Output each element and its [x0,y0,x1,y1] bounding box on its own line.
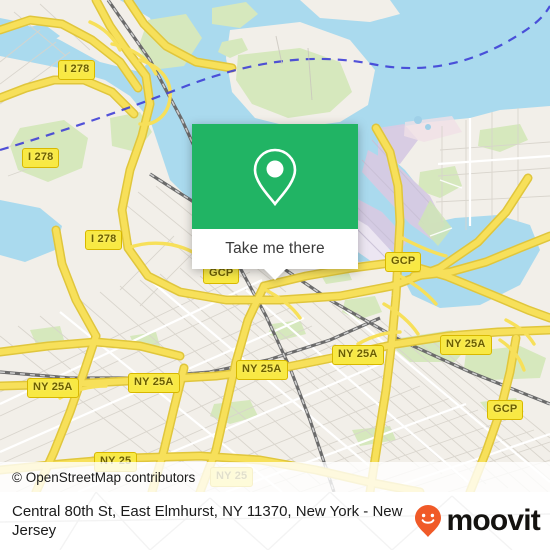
moovit-wordmark: moovit [446,504,540,537]
address-label: Central 80th St, East Elmhurst, NY 11370… [12,503,403,539]
road-shield-ny-25a: NY 25A [236,360,288,380]
location-popup-card[interactable]: Take me there [192,124,358,280]
popup-pointer-tail [264,269,286,280]
osm-attribution-bar: © OpenStreetMap contributors [0,462,550,492]
popup-pin-panel [192,124,358,229]
bottom-info-bar: Central 80th St, East Elmhurst, NY 11370… [0,492,550,550]
osm-attribution-text[interactable]: © OpenStreetMap contributors [12,470,195,485]
moovit-smiling-pin-icon [415,505,442,537]
map-screenshot-root: I 278 I 278 I 278 GCP GCP NY 25A NY 25A NY 25A N… [0,0,550,550]
map-pin-icon [253,148,297,206]
moovit-logo[interactable]: moovit [414,504,541,538]
road-shield-gcp: GCP [487,400,524,420]
road-shield-gcp: GCP [385,252,422,272]
road-shield-ny-25a: NY 25A [128,373,180,393]
road-shield-ny-25a: NY 25A [27,378,79,398]
road-shield-i-278: I 278 [58,60,96,80]
map-canvas[interactable]: I 278 I 278 I 278 GCP GCP NY 25A NY 25A NY 25A N… [0,0,550,492]
take-me-there-label: Take me there [225,240,325,257]
road-shield-i-278: I 278 [22,148,60,168]
road-shield-ny-25a: NY 25A [440,335,492,355]
popup-action-footer[interactable]: Take me there [192,229,358,280]
road-shield-ny-25a: NY 25A [332,345,384,365]
road-shield-i-278: I 278 [85,230,123,250]
